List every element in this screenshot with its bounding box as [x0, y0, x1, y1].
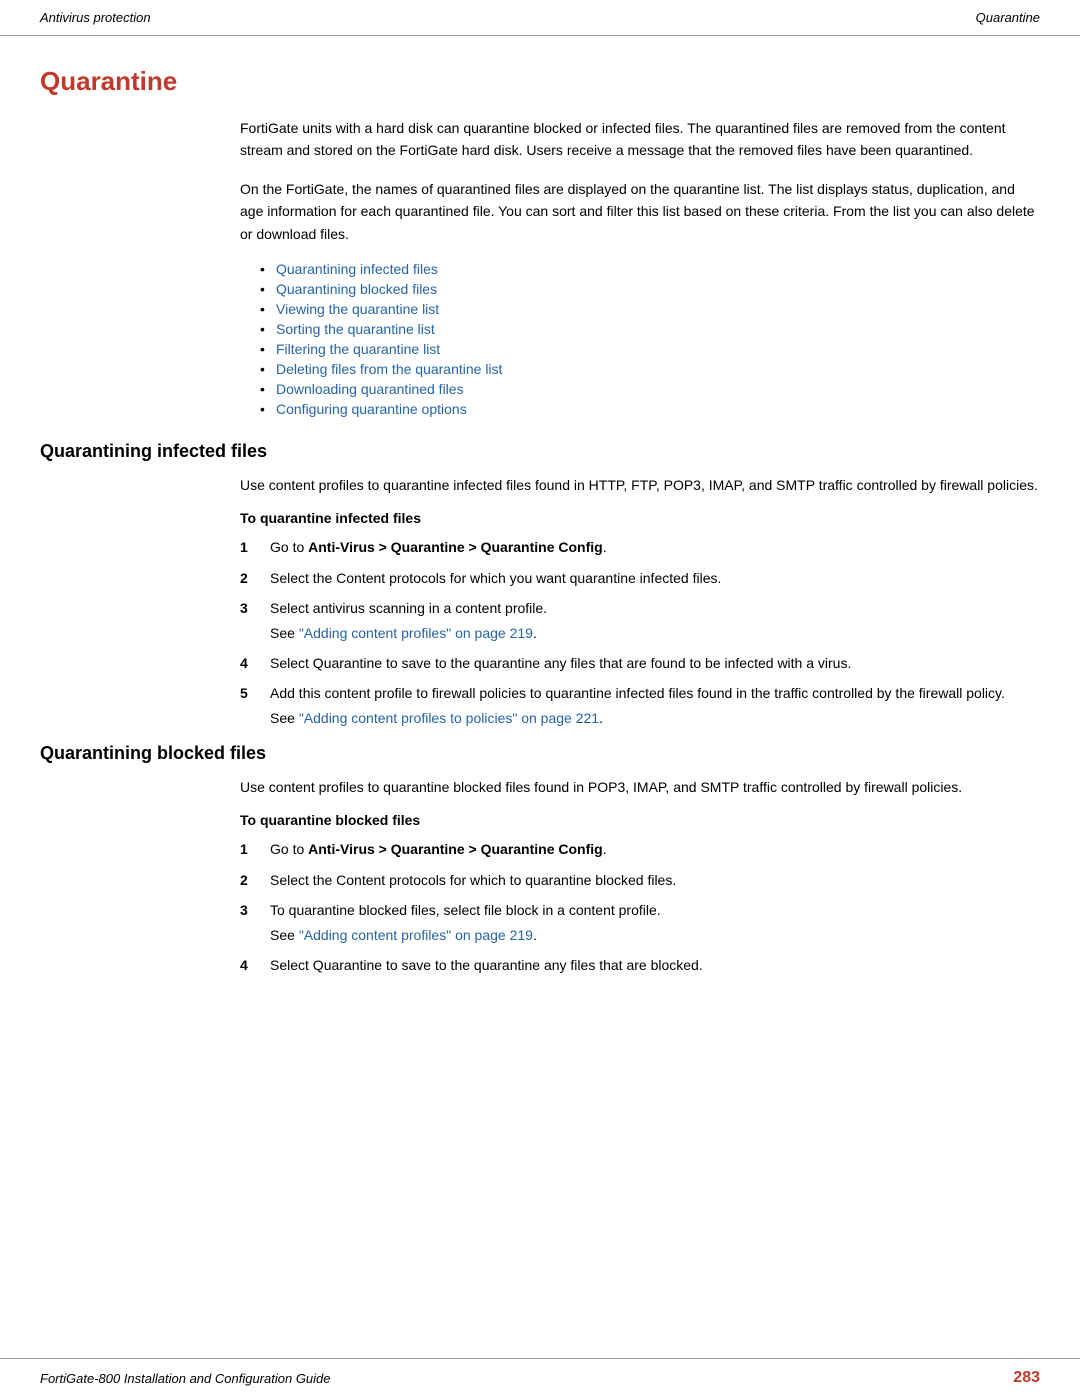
- step-link-1-3[interactable]: "Adding content profiles" on page 219: [299, 927, 533, 943]
- step-bold-1-1: Anti-Virus > Quarantine > Quarantine Con…: [308, 841, 603, 857]
- toc-item-5: Deleting files from the quarantine list: [260, 361, 1040, 377]
- step-bold-0-1: Anti-Virus > Quarantine > Quarantine Con…: [308, 539, 603, 555]
- toc-link-6[interactable]: Downloading quarantined files: [276, 381, 464, 397]
- toc-link-5[interactable]: Deleting files from the quarantine list: [276, 361, 502, 377]
- step-0-2: 2 Select the Content protocols for which…: [240, 567, 1040, 589]
- step-content-1-2: Select the Content protocols for which t…: [270, 869, 1040, 891]
- step-content-0-5: Add this content profile to firewall pol…: [270, 682, 1040, 729]
- header-bar: Antivirus protection Quarantine: [0, 0, 1080, 36]
- step-0-3: 3 Select antivirus scanning in a content…: [240, 597, 1040, 644]
- toc-item-7: Configuring quarantine options: [260, 401, 1040, 417]
- steps-list-0: 1 Go to Anti-Virus > Quarantine > Quaran…: [240, 536, 1040, 729]
- toc-link-1[interactable]: Quarantining blocked files: [276, 281, 437, 297]
- toc-item-1: Quarantining blocked files: [260, 281, 1040, 297]
- toc-item-4: Filtering the quarantine list: [260, 341, 1040, 357]
- toc-item-6: Downloading quarantined files: [260, 381, 1040, 397]
- toc-list: Quarantining infected files Quarantining…: [260, 261, 1040, 417]
- section-heading-0: Quarantining infected files: [40, 441, 1040, 462]
- step-number-0-2: 2: [240, 567, 270, 589]
- toc-link-7[interactable]: Configuring quarantine options: [276, 401, 467, 417]
- footer-left: FortiGate-800 Installation and Configura…: [40, 1371, 331, 1386]
- step-1-1: 1 Go to Anti-Virus > Quarantine > Quaran…: [240, 838, 1040, 860]
- step-sub-0-3: See "Adding content profiles" on page 21…: [270, 622, 1040, 644]
- step-sub-0-5: See "Adding content profiles to policies…: [270, 707, 1040, 729]
- step-number-0-4: 4: [240, 652, 270, 674]
- header-right: Quarantine: [976, 10, 1040, 25]
- toc-link-4[interactable]: Filtering the quarantine list: [276, 341, 440, 357]
- step-content-1-4: Select Quarantine to save to the quarant…: [270, 954, 1040, 976]
- section-heading-1: Quarantining blocked files: [40, 743, 1040, 764]
- step-link-0-5[interactable]: "Adding content profiles to policies" on…: [299, 710, 599, 726]
- section-intro-0: Use content profiles to quarantine infec…: [240, 474, 1040, 496]
- toc-link-0[interactable]: Quarantining infected files: [276, 261, 438, 277]
- step-number-1-3: 3: [240, 899, 270, 946]
- step-0-4: 4 Select Quarantine to save to the quara…: [240, 652, 1040, 674]
- toc-item-3: Sorting the quarantine list: [260, 321, 1040, 337]
- step-link-0-3[interactable]: "Adding content profiles" on page 219: [299, 625, 533, 641]
- toc-link-3[interactable]: Sorting the quarantine list: [276, 321, 435, 337]
- step-content-0-1: Go to Anti-Virus > Quarantine > Quaranti…: [270, 536, 1040, 558]
- intro-paragraph-2: On the FortiGate, the names of quarantin…: [240, 178, 1040, 245]
- sub-heading-1: To quarantine blocked files: [240, 812, 1040, 828]
- step-content-1-3: To quarantine blocked files, select file…: [270, 899, 1040, 946]
- step-1-4: 4 Select Quarantine to save to the quara…: [240, 954, 1040, 976]
- footer-right: 283: [1013, 1369, 1040, 1387]
- content-area: Quarantine FortiGate units with a hard d…: [0, 66, 1080, 976]
- step-number-0-3: 3: [240, 597, 270, 644]
- header-left: Antivirus protection: [40, 10, 151, 25]
- sub-heading-0: To quarantine infected files: [240, 510, 1040, 526]
- step-sub-1-3: See "Adding content profiles" on page 21…: [270, 924, 1040, 946]
- step-0-1: 1 Go to Anti-Virus > Quarantine > Quaran…: [240, 536, 1040, 558]
- intro-paragraph-1: FortiGate units with a hard disk can qua…: [240, 117, 1040, 162]
- step-1-3: 3 To quarantine blocked files, select fi…: [240, 899, 1040, 946]
- section-intro-1: Use content profiles to quarantine block…: [240, 776, 1040, 798]
- step-content-0-3: Select antivirus scanning in a content p…: [270, 597, 1040, 644]
- step-number-1-2: 2: [240, 869, 270, 891]
- step-content-1-1: Go to Anti-Virus > Quarantine > Quaranti…: [270, 838, 1040, 860]
- step-number-0-1: 1: [240, 536, 270, 558]
- step-number-1-4: 4: [240, 954, 270, 976]
- toc-item-2: Viewing the quarantine list: [260, 301, 1040, 317]
- step-number-1-1: 1: [240, 838, 270, 860]
- step-0-5: 5 Add this content profile to firewall p…: [240, 682, 1040, 729]
- step-content-0-2: Select the Content protocols for which y…: [270, 567, 1040, 589]
- step-content-0-4: Select Quarantine to save to the quarant…: [270, 652, 1040, 674]
- page-container: Antivirus protection Quarantine Quaranti…: [0, 0, 1080, 1397]
- toc-link-2[interactable]: Viewing the quarantine list: [276, 301, 439, 317]
- steps-list-1: 1 Go to Anti-Virus > Quarantine > Quaran…: [240, 838, 1040, 976]
- toc-item-0: Quarantining infected files: [260, 261, 1040, 277]
- footer-bar: FortiGate-800 Installation and Configura…: [0, 1358, 1080, 1397]
- step-1-2: 2 Select the Content protocols for which…: [240, 869, 1040, 891]
- step-number-0-5: 5: [240, 682, 270, 729]
- page-title: Quarantine: [40, 66, 1040, 97]
